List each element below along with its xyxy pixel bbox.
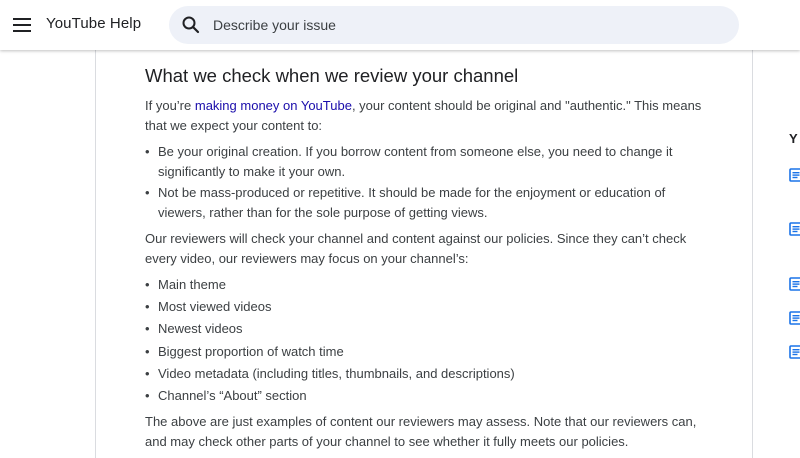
list-item: Main theme — [145, 275, 711, 295]
article-body: What we check when we review your channe… — [145, 64, 711, 458]
intro-paragraph: If you’re making money on YouTube, your … — [145, 96, 711, 136]
main-menu-button[interactable] — [8, 11, 36, 39]
closing-paragraph: The above are just examples of content o… — [145, 413, 697, 449]
document-icon[interactable] — [789, 277, 800, 291]
list-item: Newest videos — [145, 319, 711, 339]
review-intro-paragraph: Our reviewers will check your channel an… — [145, 231, 687, 266]
search-input[interactable] — [213, 6, 713, 44]
expectations-list: Be your original creation. If you borrow… — [145, 142, 711, 223]
document-icon[interactable] — [789, 345, 800, 359]
help-page: YouTube Help What we check when we revie… — [0, 0, 800, 458]
making-money-link[interactable]: making money on YouTube — [195, 98, 352, 113]
document-icon[interactable] — [789, 168, 800, 182]
list-item: Biggest proportion of watch time — [145, 342, 711, 362]
hamburger-menu-icon — [13, 18, 31, 32]
article-card: What we check when we review your channe… — [95, 50, 753, 458]
list-item: Not be mass-produced or repetitive. It s… — [145, 183, 711, 223]
document-icon[interactable] — [789, 311, 800, 325]
sidebar-heading: Y — [789, 131, 798, 146]
list-item: Be your original creation. If you borrow… — [145, 142, 711, 182]
article-title: What we check when we review your channe… — [145, 65, 519, 86]
intro-prefix: If you’re — [145, 98, 195, 113]
document-icon[interactable] — [789, 222, 800, 236]
focus-list: Main theme Most viewed videos Newest vid… — [145, 275, 711, 406]
product-name[interactable]: YouTube Help — [46, 15, 141, 32]
search-button[interactable] — [181, 15, 201, 35]
search-icon — [182, 16, 200, 34]
top-app-bar: YouTube Help — [0, 0, 800, 50]
search-bar[interactable] — [169, 6, 739, 44]
list-item: Video metadata (including titles, thumbn… — [145, 364, 711, 384]
list-item: Most viewed videos — [145, 297, 711, 317]
list-item: Channel’s “About” section — [145, 386, 711, 406]
